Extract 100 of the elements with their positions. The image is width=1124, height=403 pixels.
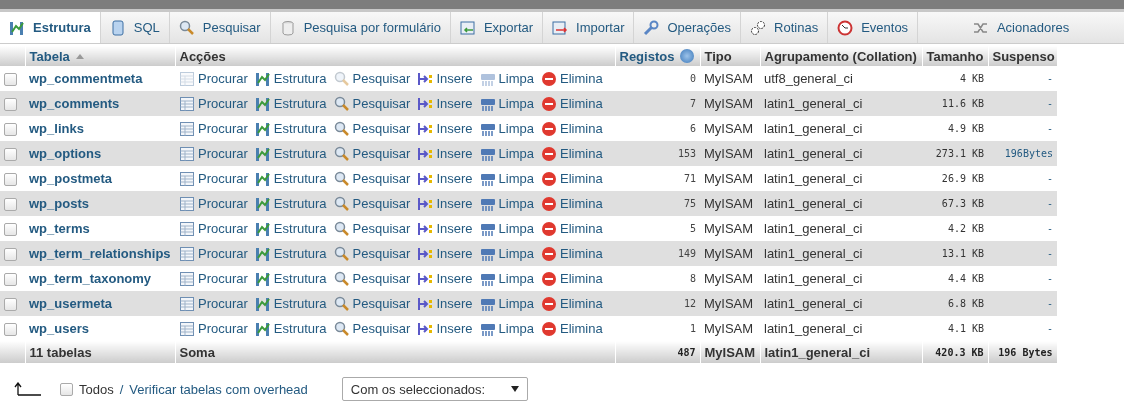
action-link[interactable]: Elimina [560,196,603,211]
action-link[interactable]: Limpa [498,221,534,236]
action-link[interactable]: Pesquisar [352,146,411,161]
action-link[interactable]: Estrutura [273,321,327,336]
tab[interactable]: Rotinas [741,12,829,43]
tab[interactable]: Pesquisa por formulário [270,12,451,43]
table-name-link[interactable]: wp_links [29,121,84,136]
tab[interactable]: Eventos [828,12,919,43]
action-link[interactable]: Insere [436,121,473,136]
select-all-checkbox[interactable] [60,382,73,396]
action-link[interactable]: Elimina [560,271,603,286]
action-link[interactable]: Elimina [560,321,603,336]
table-name-link[interactable]: wp_terms [29,221,90,236]
action-link[interactable]: Estrutura [273,121,327,136]
action-link[interactable]: Limpa [498,171,534,186]
action-link[interactable]: Insere [436,296,473,311]
action-link[interactable]: Limpa [498,321,534,336]
action-link[interactable]: Limpa [498,96,534,111]
action-link[interactable]: Pesquisar [352,221,411,236]
action-link[interactable]: Estrutura [273,196,327,211]
action-link[interactable]: Procurar [198,321,248,336]
action-link[interactable]: Insere [436,146,473,161]
action-link[interactable]: Pesquisar [352,71,411,86]
tab[interactable]: Operações [634,12,742,43]
action-link[interactable]: Pesquisar [352,271,411,286]
tab[interactable]: Exportar [450,12,544,43]
action-link[interactable]: Procurar [198,71,248,86]
action-link[interactable]: Insere [436,96,473,111]
action-link[interactable]: Estrutura [273,221,327,236]
action-link[interactable]: Estrutura [273,71,327,86]
action-link[interactable]: Pesquisar [352,196,411,211]
action-link[interactable]: Pesquisar [352,246,411,261]
table-name-link[interactable]: wp_postmeta [29,171,113,186]
collation: latin1_general_ci [764,121,863,136]
action-link[interactable]: Limpa [498,146,534,161]
action-link[interactable]: Elimina [560,171,603,186]
row-checkbox[interactable] [4,73,17,87]
action-link[interactable]: Estrutura [273,271,327,286]
action-link[interactable]: Estrutura [273,96,327,111]
tab[interactable]: Estrutura [0,12,101,43]
action-link[interactable]: Limpa [498,196,534,211]
action-link[interactable]: Procurar [198,96,248,111]
row-checkbox[interactable] [4,173,17,187]
row-checkbox[interactable] [4,198,17,212]
row-checkbox[interactable] [4,223,17,237]
action-link[interactable]: Procurar [198,171,248,186]
action-link[interactable]: Insere [436,321,473,336]
action-link[interactable]: Pesquisar [352,296,411,311]
row-checkbox[interactable] [4,298,17,312]
action-link[interactable]: Insere [436,271,473,286]
action-link[interactable]: Limpa [498,71,534,86]
table-name-link[interactable]: wp_users [29,321,89,336]
select-all-label[interactable]: Todos [79,381,114,397]
action-link[interactable]: Insere [436,221,473,236]
action-link[interactable]: Elimina [560,121,603,136]
tab[interactable]: Pesquisar [169,12,271,43]
action-link[interactable]: Elimina [560,71,603,86]
action-link[interactable]: Procurar [198,196,248,211]
action-link[interactable]: Procurar [198,121,248,136]
overhead-link[interactable]: Verificar tabelas com overhead [129,381,308,397]
action-link[interactable]: Elimina [560,146,603,161]
tab[interactable]: Acionadores [918,12,1124,43]
action-link[interactable]: Elimina [560,221,603,236]
action-link[interactable]: Insere [436,171,473,186]
action-link[interactable]: Estrutura [273,246,327,261]
action-link[interactable]: Insere [436,196,473,211]
action-link[interactable]: Limpa [498,296,534,311]
action-link[interactable]: Insere [436,246,473,261]
help-icon[interactable] [680,49,695,63]
action-link[interactable]: Insere [436,71,473,86]
row-checkbox[interactable] [4,248,17,262]
action-link[interactable]: Procurar [198,246,248,261]
action-link[interactable]: Estrutura [273,296,327,311]
action-link[interactable]: Procurar [198,296,248,311]
action-link[interactable]: Pesquisar [352,121,411,136]
tab[interactable]: SQL [100,12,170,43]
action-link[interactable]: Limpa [498,246,534,261]
action-link[interactable]: Pesquisar [352,96,411,111]
row-checkbox[interactable] [4,98,17,112]
tab[interactable]: Importar [543,12,635,43]
action-link[interactable]: Limpa [498,121,534,136]
bulk-action-dropdown[interactable]: Com os seleccionados: [341,377,528,401]
row-checkbox[interactable] [4,273,17,287]
action-link[interactable]: Procurar [198,221,248,236]
action-link[interactable]: Limpa [498,271,534,286]
row-checkbox[interactable] [4,323,17,337]
action-link[interactable]: Estrutura [273,171,327,186]
table-name-link[interactable]: wp_term_taxonomy [29,271,152,286]
action-link[interactable]: Elimina [560,96,603,111]
row-checkbox[interactable] [4,123,17,137]
action-link[interactable]: Pesquisar [352,171,411,186]
table-name-link[interactable]: wp_commentmeta [29,71,143,86]
action-link[interactable]: Procurar [198,146,248,161]
action-link[interactable]: Estrutura [273,146,327,161]
action-link[interactable]: Procurar [198,271,248,286]
action-link[interactable]: Elimina [560,296,603,311]
search-icon [333,145,350,162]
action-link[interactable]: Pesquisar [352,321,411,336]
action-link[interactable]: Elimina [560,246,603,261]
row-checkbox[interactable] [4,148,17,162]
